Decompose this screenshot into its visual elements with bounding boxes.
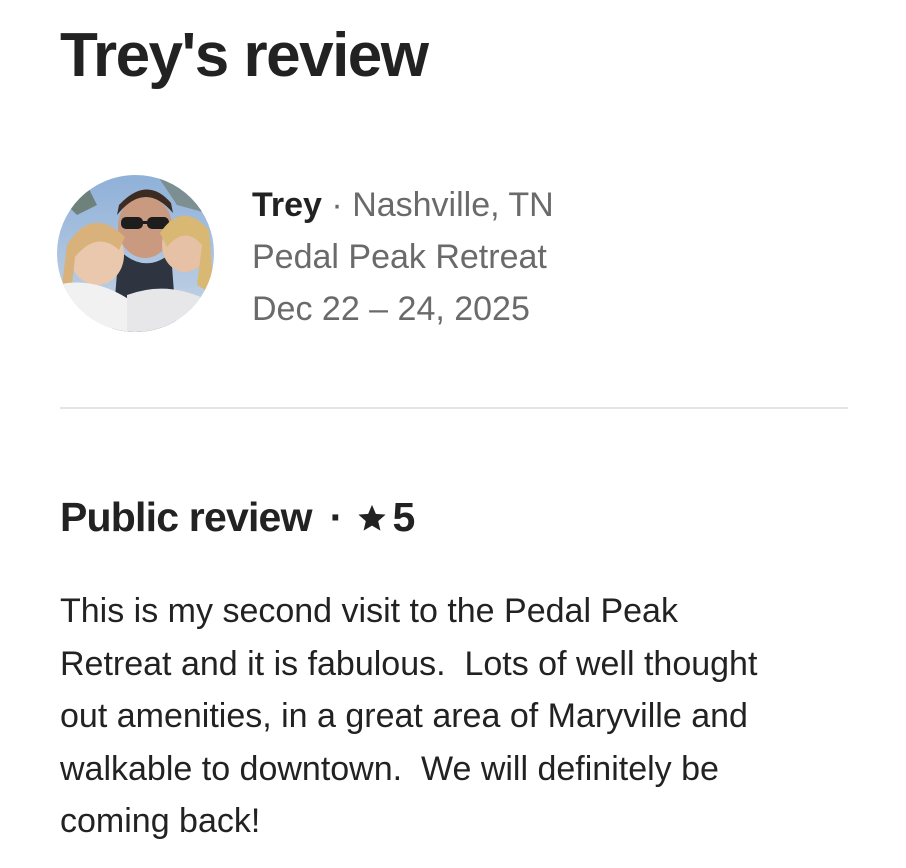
reviewer-card: Trey · Nashville, TN Pedal Peak Retreat … (57, 175, 857, 335)
reviewer-name[interactable]: Trey (252, 186, 322, 224)
divider (60, 407, 848, 409)
page-title: Trey's review (60, 21, 429, 90)
star-icon (357, 504, 386, 531)
public-review-label: Public review (60, 494, 312, 540)
profile-photo (57, 175, 214, 332)
reviewer-info: Trey · Nashville, TN Pedal Peak Retreat … (252, 179, 554, 335)
reviewer-location: Nashville, TN (352, 186, 554, 224)
listing-name: Pedal Peak Retreat (252, 238, 547, 276)
rating-value: 5 (392, 494, 416, 540)
stay-dates: Dec 22 – 24, 2025 (252, 290, 530, 328)
reviewer-name-location: Trey · Nashville, TN (252, 179, 554, 231)
avatar[interactable] (57, 175, 214, 332)
separator-dot: · (331, 186, 343, 224)
separator-dot: · (329, 494, 344, 540)
review-text: This is my second visit to the Pedal Pea… (60, 592, 758, 840)
public-review-heading: Public review · 5 (60, 494, 415, 541)
